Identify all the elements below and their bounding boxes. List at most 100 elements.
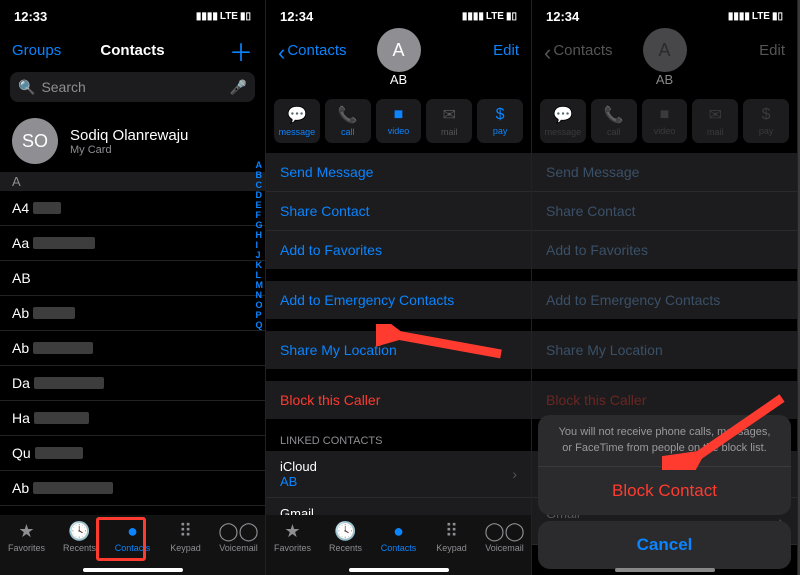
index-letter[interactable]: J [256, 250, 264, 260]
contact-row[interactable]: Ab [0, 331, 265, 366]
contact-row[interactable]: Da [0, 366, 265, 401]
status-time: 12:34 [280, 9, 313, 24]
search-input[interactable]: 🔍 Search 🎤 [10, 72, 255, 102]
index-letter[interactable]: G [256, 220, 264, 230]
tab-contacts[interactable]: ●Contacts [106, 521, 159, 575]
add-contact-button[interactable]: ＋ [229, 33, 253, 68]
video-button[interactable]: ■video [376, 99, 422, 143]
contact-row[interactable]: Ha [0, 401, 265, 436]
my-card-sub: My Card [70, 144, 188, 156]
index-letter[interactable]: K [256, 260, 264, 270]
index-letter[interactable]: I [256, 240, 264, 250]
action-cell[interactable]: Share My Location [266, 331, 531, 369]
index-letter[interactable]: Q [256, 320, 264, 330]
call-button: 📞call [591, 99, 637, 143]
tab-keypad[interactable]: ⠿Keypad [159, 521, 212, 575]
contacts-list[interactable]: A4AaABAbAbDaHaQuAbACAd [0, 191, 265, 515]
redacted-text [35, 447, 83, 459]
linked-service: Gmail [280, 506, 314, 515]
home-indicator[interactable] [83, 568, 183, 572]
contact-row[interactable]: Qu [0, 436, 265, 471]
linked-contact-cell[interactable]: iCloudAB› [266, 451, 531, 498]
groups-button[interactable]: Groups [12, 42, 84, 59]
keypad-icon: ⠿ [179, 521, 192, 541]
screen-contact-detail: 12:34 ▮▮▮▮ LTE ▮▯ Contacts A Edit AB 💬me… [266, 0, 532, 575]
home-indicator[interactable] [349, 568, 449, 572]
linked-header: LINKED CONTACTS [266, 431, 531, 451]
action-cell[interactable]: Add to Emergency Contacts [266, 281, 531, 319]
alpha-index[interactable]: ABCDEFGHIJKLMNOPQ [256, 160, 264, 330]
tab-recents[interactable]: 🕓Recents [53, 521, 106, 575]
section-header: A [0, 172, 265, 191]
contact-icon: ● [393, 521, 404, 541]
action-cell: Add to Emergency Contacts [532, 281, 797, 319]
action-cell[interactable]: Send Message [266, 153, 531, 192]
pay-button[interactable]: $pay [477, 99, 523, 143]
action-cell[interactable]: Add to Favorites [266, 231, 531, 269]
tab-voicemail[interactable]: ◯◯Voicemail [212, 521, 265, 575]
contact-row[interactable]: Ab [0, 296, 265, 331]
edit-button: Edit [713, 42, 785, 59]
network-label: LTE [486, 11, 504, 22]
redacted-text [34, 377, 104, 389]
battery-icon: ▮▯ [240, 11, 251, 22]
block-caller-cell[interactable]: Block this Caller [266, 381, 531, 419]
my-card[interactable]: SO Sodiq Olanrewaju My Card [0, 110, 265, 172]
quick-actions: 💬message 📞call ■video ✉mail $pay [532, 93, 797, 153]
status-bar: 12:33 ▮▮▮▮ LTE ▮▯ [0, 0, 265, 32]
index-letter[interactable]: H [256, 230, 264, 240]
back-button[interactable]: Contacts [278, 42, 350, 59]
tab-voicemail[interactable]: ◯◯Voicemail [478, 521, 531, 575]
index-letter[interactable]: N [256, 290, 264, 300]
status-right: ▮▮▮▮ LTE ▮▯ [196, 11, 251, 22]
avatar: SO [12, 118, 58, 164]
index-letter[interactable]: O [256, 300, 264, 310]
clock-icon: 🕓 [68, 521, 90, 541]
action-cell: Send Message [532, 153, 797, 192]
call-button[interactable]: 📞call [325, 99, 371, 143]
chevron-right-icon: › [512, 513, 517, 515]
signal-icon: ▮▮▮▮ [462, 11, 484, 22]
contact-row[interactable]: Ab [0, 471, 265, 506]
index-letter[interactable]: E [256, 200, 264, 210]
message-icon: 💬 [287, 105, 307, 125]
block-contact-button[interactable]: Block Contact [538, 467, 791, 515]
keypad-icon: ⠿ [445, 521, 458, 541]
index-letter[interactable]: P [256, 310, 264, 320]
linked-contact-cell[interactable]: GmailAB› [266, 498, 531, 515]
contact-row[interactable]: AC [0, 506, 265, 515]
edit-button[interactable]: Edit [447, 42, 519, 59]
tab-bar: ★Favorites 🕓Recents ●Contacts ⠿Keypad ◯◯… [0, 515, 265, 575]
tab-favorites[interactable]: ★Favorites [266, 521, 319, 575]
cancel-button[interactable]: Cancel [538, 521, 791, 569]
tab-recents[interactable]: 🕓Recents [319, 521, 372, 575]
index-letter[interactable]: B [256, 170, 264, 180]
redacted-text [33, 307, 75, 319]
contact-row[interactable]: AB [0, 261, 265, 296]
tab-keypad[interactable]: ⠿Keypad [425, 521, 478, 575]
chevron-right-icon: › [512, 466, 517, 482]
index-letter[interactable]: F [256, 210, 264, 220]
contact-icon: ● [127, 521, 138, 541]
contact-row[interactable]: Aa [0, 226, 265, 261]
index-letter[interactable]: A [256, 160, 264, 170]
action-cell[interactable]: Share Contact [266, 192, 531, 231]
tab-contacts[interactable]: ●Contacts [372, 521, 425, 575]
tab-bar: ★Favorites 🕓Recents ●Contacts ⠿Keypad ◯◯… [266, 515, 531, 575]
index-letter[interactable]: D [256, 190, 264, 200]
detail-scroll[interactable]: Send MessageShare ContactAdd to Favorite… [266, 153, 531, 515]
index-letter[interactable]: M [256, 280, 264, 290]
message-button: 💬message [540, 99, 586, 143]
mail-button: ✉mail [692, 99, 738, 143]
mic-icon[interactable]: 🎤 [230, 79, 247, 96]
message-button[interactable]: 💬message [274, 99, 320, 143]
contact-row[interactable]: A4 [0, 191, 265, 226]
pay-icon: $ [762, 106, 771, 124]
index-letter[interactable]: L [256, 270, 264, 280]
home-indicator[interactable] [615, 568, 715, 572]
battery-icon: ▮▯ [772, 11, 783, 22]
mail-icon: ✉ [443, 105, 456, 125]
tab-favorites[interactable]: ★Favorites [0, 521, 53, 575]
back-button: Contacts [544, 42, 616, 59]
index-letter[interactable]: C [256, 180, 264, 190]
